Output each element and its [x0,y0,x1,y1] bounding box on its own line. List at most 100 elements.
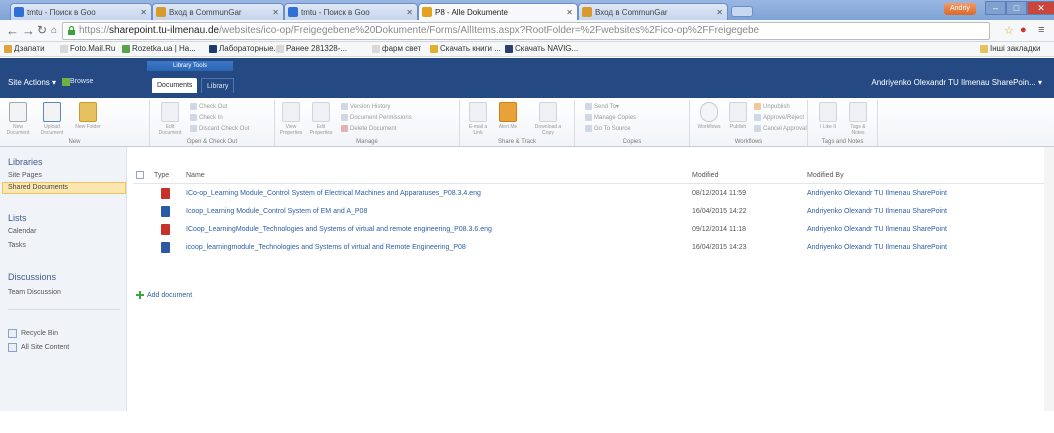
other-bookmarks[interactable]: Інші закладки [980,44,1041,53]
publish-button[interactable]: Publish [724,102,752,130]
bookmark-star-icon[interactable]: ☆ [1004,24,1014,37]
column-modified-by[interactable]: Modified By [807,172,844,179]
documents-tab[interactable]: Documents [152,78,198,93]
browser-tab-1[interactable]: tmtu - Поиск в Goo ✕ [10,3,152,20]
table-row[interactable]: ICo-op_Learning Module_Control System of… [133,186,1046,201]
document-name-link[interactable]: Icoop_Learning Module_Control System of … [186,208,367,215]
modified-by-link[interactable]: Andriyenko Olexandr TU Ilmenau SharePoin… [807,208,947,215]
cancel-approval-icon [754,125,761,132]
tab-title: Вход в CommunGar [169,7,242,17]
close-icon[interactable]: ✕ [269,8,279,17]
new-folder-button[interactable]: New Folder [72,102,104,130]
edit-properties-icon [312,102,330,122]
back-icon[interactable]: ← [6,23,19,38]
delete-icon [341,125,348,132]
menu-icon[interactable]: ≡ [1038,24,1044,36]
document-name-link[interactable]: ICoop_LearningModule_Technologies and Sy… [186,226,492,233]
manage-copies-button[interactable]: Manage Copies [585,114,636,121]
upload-document-button[interactable]: Upload Document [38,102,66,136]
bookmark-item[interactable]: Скачать NAVIG... [505,44,578,53]
extension-icon[interactable]: ● [1020,24,1027,36]
view-properties-button[interactable]: View Properties [277,102,305,136]
browser-tab-active[interactable]: P8 - Alle Dokumente ✕ [418,3,578,20]
browser-tab-2[interactable]: Вход в CommunGar ✕ [152,3,284,20]
nav-heading-libraries[interactable]: Libraries [8,157,43,167]
browse-tab[interactable]: Browse [70,78,93,85]
browser-tab-3[interactable]: tmtu - Поиск в Goo ✕ [284,3,418,20]
window-close-icon[interactable]: ✕ [1027,1,1054,15]
close-icon[interactable]: ✕ [137,8,147,17]
send-to-button[interactable]: Send To ▾ [585,103,619,110]
edit-properties-button[interactable]: Edit Properties [307,102,335,136]
minimize-icon[interactable]: – [985,1,1006,15]
close-icon[interactable]: ✕ [713,8,723,17]
address-bar[interactable]: https://sharepoint.tu-ilmenau.de/website… [62,22,990,40]
close-icon[interactable]: ✕ [403,8,413,17]
bookmark-item[interactable]: Foto.Mail.Ru [60,44,115,53]
nav-item-team-discussion[interactable]: Team Discussion [8,289,61,296]
close-icon[interactable]: ✕ [563,8,573,17]
email-link-button[interactable]: E-mail a Link [464,102,492,136]
workflows-button[interactable]: Workflows [692,102,726,130]
nav-heading-lists[interactable]: Lists [8,213,27,223]
discard-check-out-button[interactable]: Discard Check Out [190,125,249,132]
version-history-button[interactable]: Version History [341,103,390,110]
recycle-bin-link[interactable]: Recycle Bin [8,329,58,338]
ribbon-group-tags-notes: I Like It Tags & Notes Tags and Notes [808,100,878,146]
new-document-button[interactable]: New Document [4,102,32,136]
column-name[interactable]: Name [186,172,205,179]
bookmark-item[interactable]: Скачать книги ... [430,44,501,53]
i-like-it-button[interactable]: I Like It [814,102,842,130]
new-tab-button[interactable] [731,6,753,17]
document-name-link[interactable]: ICo-op_Learning Module_Control System of… [186,190,481,197]
table-row[interactable]: ICoop_LearningModule_Technologies and Sy… [133,222,1046,237]
delete-document-button[interactable]: Delete Document [341,125,396,132]
forward-icon[interactable]: → [22,23,35,38]
nav-item-site-pages[interactable]: Site Pages [8,172,42,179]
ribbon-group-copies: Send To ▾ Manage Copies Go To Source Cop… [575,100,690,146]
check-out-button[interactable]: Check Out [190,103,227,110]
go-to-source-button[interactable]: Go To Source [585,125,631,132]
table-row[interactable]: icoop_learningmodule_Technologies and Sy… [133,240,1046,255]
document-name-link[interactable]: icoop_learningmodule_Technologies and Sy… [186,244,466,251]
nav-item-tasks[interactable]: Tasks [8,242,26,249]
approve-reject-button[interactable]: Approve/Reject [754,114,804,121]
bookmark-item[interactable]: Rozetka.ua | На... [122,44,196,53]
bookmark-item[interactable]: Лабораторные... [209,44,280,53]
modified-by-link[interactable]: Andriyenko Olexandr TU Ilmenau SharePoin… [807,190,947,197]
nav-heading-discussions[interactable]: Discussions [8,272,56,282]
modified-by-link[interactable]: Andriyenko Olexandr TU Ilmenau SharePoin… [807,226,947,233]
download-copy-button[interactable]: Download a Copy [530,102,566,136]
ribbon-group-manage: View Properties Edit Properties Version … [275,100,460,146]
check-in-button[interactable]: Check In [190,114,223,121]
bookmark-item[interactable]: фарм свет [372,44,421,53]
alert-me-button[interactable]: Alert Me [494,102,522,130]
approve-icon [754,114,761,121]
site-actions-menu[interactable]: Site Actions ▾ [8,78,71,87]
document-permissions-button[interactable]: Document Permissions [341,114,412,121]
tags-notes-button[interactable]: Tags & Notes [844,102,872,136]
table-row[interactable]: Icoop_Learning Module_Control System of … [133,204,1046,219]
library-tab[interactable]: Library [201,78,235,93]
bookmark-item[interactable]: Ранее 281328-... [276,44,347,53]
ribbon-group-label: Share & Track [497,139,536,145]
maximize-icon[interactable]: □ [1006,1,1027,15]
modified-by-link[interactable]: Andriyenko Olexandr TU Ilmenau SharePoin… [807,244,947,251]
user-menu[interactable]: Andriyenko Olexandr TU Ilmenau SharePoin… [871,78,1042,87]
reload-icon[interactable]: ↻ [37,23,47,37]
browser-tab-5[interactable]: Вход в CommunGar ✕ [578,3,728,20]
home-icon[interactable]: ⌂ [51,25,57,36]
all-site-content-link[interactable]: All Site Content [8,343,69,352]
edit-document-button[interactable]: Edit Document [156,102,184,136]
nav-item-calendar[interactable]: Calendar [8,228,36,235]
vertical-scrollbar[interactable] [1044,147,1054,411]
cancel-approval-button[interactable]: Cancel Approval [754,125,807,132]
bookmark-item[interactable]: Дзапати [4,44,45,53]
nav-item-shared-documents[interactable]: Shared Documents [2,182,126,194]
select-all-checkbox[interactable] [136,171,144,179]
add-document-link[interactable]: Add document [136,291,192,299]
column-type[interactable]: Type [154,172,169,179]
profile-badge[interactable]: Andriy [944,3,976,15]
column-modified[interactable]: Modified [692,172,718,179]
unpublish-button[interactable]: Unpublish [754,103,790,110]
